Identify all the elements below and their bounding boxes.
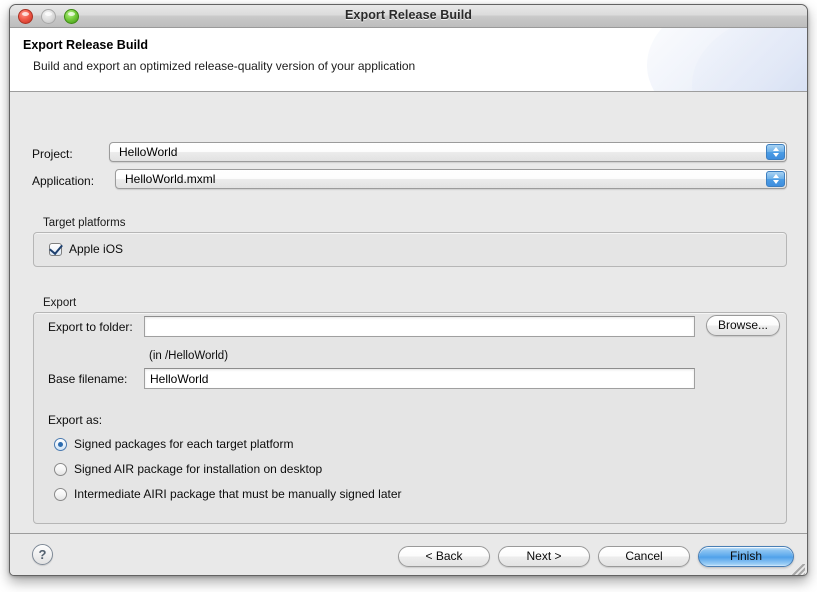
export-folder-input[interactable] <box>144 316 695 337</box>
window-titlebar[interactable]: Export Release Build <box>10 5 807 28</box>
project-select[interactable]: HelloWorld <box>109 142 787 162</box>
radio-signed-air-package-label: Signed AIR package for installation on d… <box>74 462 323 476</box>
chevron-updown-icon <box>766 144 785 160</box>
wizard-banner: Export Release Build Build and export an… <box>10 28 807 92</box>
check-icon <box>49 240 63 256</box>
export-folder-label: Export to folder: <box>48 320 133 334</box>
finish-button[interactable]: Finish <box>698 546 794 567</box>
banner-description: Build and export an optimized release-qu… <box>33 59 416 73</box>
radio-intermediate-airi-package[interactable] <box>54 488 67 501</box>
target-platforms-group <box>33 232 787 267</box>
chevron-updown-icon <box>766 171 785 187</box>
export-folder-hint: (in /HelloWorld) <box>149 350 229 362</box>
next-button[interactable]: Next > <box>498 546 590 567</box>
radio-signed-packages[interactable] <box>54 438 67 451</box>
base-filename-value: HelloWorld <box>150 372 209 386</box>
wizard-body: Project: HelloWorld Application: HelloWo… <box>10 92 807 533</box>
base-filename-input[interactable]: HelloWorld <box>144 368 695 389</box>
wizard-footer: ? < Back Next > Cancel Finish <box>10 533 807 575</box>
cancel-button[interactable]: Cancel <box>598 546 690 567</box>
export-release-build-window: Export Release Build Export Release Buil… <box>9 4 808 576</box>
screenshot-root: Export Release Build Export Release Buil… <box>0 0 817 592</box>
target-platforms-group-title: Target platforms <box>43 217 126 229</box>
back-button[interactable]: < Back <box>398 546 490 567</box>
help-icon[interactable]: ? <box>32 544 53 565</box>
banner-decoration-inner <box>647 28 807 91</box>
radio-intermediate-airi-package-label: Intermediate AIRI package that must be m… <box>74 487 402 501</box>
checkbox-apple-ios[interactable] <box>49 240 63 256</box>
browse-button[interactable]: Browse... <box>706 315 780 336</box>
application-select-value: HelloWorld.mxml <box>125 172 216 186</box>
project-select-value: HelloWorld <box>119 145 178 159</box>
project-label: Project: <box>32 147 73 161</box>
export-as-label: Export as: <box>48 413 103 427</box>
application-label: Application: <box>32 174 95 188</box>
radio-signed-packages-label: Signed packages for each target platform <box>74 437 294 451</box>
radio-signed-air-package[interactable] <box>54 463 67 476</box>
resize-grip-icon[interactable] <box>791 564 805 575</box>
export-group-title: Export <box>43 297 77 309</box>
base-filename-label: Base filename: <box>48 372 128 386</box>
checkbox-apple-ios-label: Apple iOS <box>69 242 124 256</box>
application-select[interactable]: HelloWorld.mxml <box>115 169 787 189</box>
banner-heading: Export Release Build <box>23 38 149 52</box>
window-title: Export Release Build <box>344 8 473 22</box>
